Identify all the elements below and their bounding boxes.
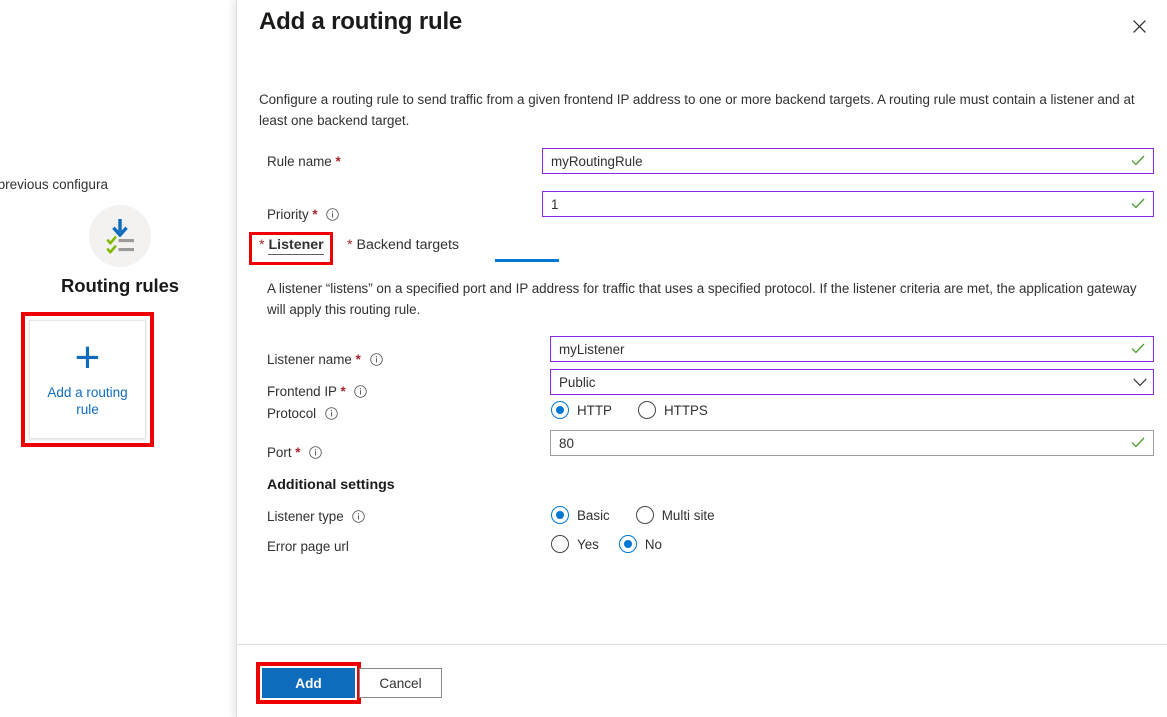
radio-dot xyxy=(551,401,569,419)
priority-label-text: Priority xyxy=(267,207,309,222)
check-icon xyxy=(1131,436,1147,450)
port-label-text: Port xyxy=(267,445,292,460)
routing-rules-title: Routing rules xyxy=(20,275,220,297)
error-page-url-radio-group: Yes No xyxy=(551,535,662,553)
rule-name-input[interactable]: myRoutingRule xyxy=(542,148,1154,174)
frontend-ip-select[interactable]: Public xyxy=(550,369,1154,395)
chevron-down-icon xyxy=(1133,375,1147,390)
tab-listener-label: Listener xyxy=(268,237,323,255)
listener-type-option-multi-site[interactable]: Multi site xyxy=(636,506,715,524)
error-page-url-option-no-label: No xyxy=(645,537,662,552)
add-routing-rule-label: Add a routing rule xyxy=(38,384,138,418)
protocol-label: Protocol xyxy=(267,406,338,423)
info-icon[interactable] xyxy=(309,446,322,462)
rule-name-label: Rule name * xyxy=(267,154,341,169)
background-page: n't already, or edit previous configura … xyxy=(0,0,236,717)
priority-value: 1 xyxy=(551,197,1131,212)
listener-type-label-text: Listener type xyxy=(267,509,344,524)
error-page-url-option-no[interactable]: No xyxy=(619,535,662,553)
radio-dot xyxy=(636,506,654,524)
protocol-option-https[interactable]: HTTPS xyxy=(638,401,708,419)
add-routing-rule-tile[interactable]: + Add a routing rule xyxy=(29,320,146,439)
blade-description: Configure a routing rule to send traffic… xyxy=(259,89,1150,131)
check-icon xyxy=(1131,342,1147,356)
listener-type-option-basic[interactable]: Basic xyxy=(551,506,610,524)
listener-name-required: * xyxy=(356,352,361,367)
frontend-ip-value: Public xyxy=(559,375,1133,390)
listener-type-option-basic-label: Basic xyxy=(577,508,610,523)
port-required: * xyxy=(295,445,300,460)
port-input[interactable]: 80 xyxy=(550,430,1154,456)
additional-settings-heading: Additional settings xyxy=(267,477,395,493)
routing-rules-group: Routing rules xyxy=(20,205,220,297)
protocol-option-http[interactable]: HTTP xyxy=(551,401,612,419)
error-page-url-label: Error page url xyxy=(267,539,349,554)
routing-rules-icon xyxy=(89,205,151,267)
listener-name-label-text: Listener name xyxy=(267,352,352,367)
error-page-url-option-yes-label: Yes xyxy=(577,537,599,552)
tab-listener-required: * xyxy=(259,237,265,253)
tab-listener[interactable]: * Listener xyxy=(259,237,324,253)
info-icon[interactable] xyxy=(352,510,365,526)
add-routing-rule-highlight: + Add a routing rule xyxy=(21,312,154,447)
listener-type-option-multi-site-label: Multi site xyxy=(662,508,715,523)
tab-backend-targets-label: Backend targets xyxy=(356,237,459,253)
priority-input[interactable]: 1 xyxy=(542,191,1154,217)
rule-name-required: * xyxy=(336,154,341,169)
rule-name-label-text: Rule name xyxy=(267,154,332,169)
radio-dot xyxy=(638,401,656,419)
check-icon xyxy=(1131,154,1147,168)
footer-divider xyxy=(237,644,1167,645)
info-icon[interactable] xyxy=(326,208,339,224)
add-routing-rule-blade: Add a routing rule Configure a routing r… xyxy=(236,0,1167,717)
listener-type-radio-group: Basic Multi site xyxy=(551,506,715,524)
frontend-ip-required: * xyxy=(340,384,345,399)
priority-required: * xyxy=(312,207,317,222)
radio-dot xyxy=(619,535,637,553)
radio-dot xyxy=(551,506,569,524)
info-icon[interactable] xyxy=(325,407,338,423)
port-label: Port * xyxy=(267,445,322,462)
error-page-url-option-yes[interactable]: Yes xyxy=(551,535,599,553)
protocol-label-text: Protocol xyxy=(267,406,316,421)
protocol-option-http-label: HTTP xyxy=(577,403,612,418)
listener-name-value: myListener xyxy=(559,342,1131,357)
error-page-url-label-text: Error page url xyxy=(267,539,349,554)
cancel-button[interactable]: Cancel xyxy=(359,668,442,698)
info-icon[interactable] xyxy=(354,385,367,401)
frontend-ip-label: Frontend IP * xyxy=(267,384,367,401)
protocol-radio-group: HTTP HTTPS xyxy=(551,401,708,419)
check-icon xyxy=(1131,197,1147,211)
protocol-option-https-label: HTTPS xyxy=(664,403,708,418)
screen-root: n't already, or edit previous configura … xyxy=(0,0,1167,717)
listener-description: A listener “listens” on a specified port… xyxy=(267,278,1151,320)
info-icon[interactable] xyxy=(370,353,383,369)
listener-name-label: Listener name * xyxy=(267,352,383,369)
tab-backend-targets[interactable]: * Backend targets xyxy=(347,237,459,253)
tab-listener-underline xyxy=(495,259,559,262)
listener-type-label: Listener type xyxy=(267,509,365,526)
frontend-ip-label-text: Frontend IP xyxy=(267,384,337,399)
radio-dot xyxy=(551,535,569,553)
tab-backend-targets-required: * xyxy=(347,237,353,253)
listener-name-input[interactable]: myListener xyxy=(550,336,1154,362)
port-value: 80 xyxy=(559,436,1131,451)
close-icon[interactable] xyxy=(1124,11,1154,41)
rule-name-value: myRoutingRule xyxy=(551,154,1131,169)
background-truncated-text: n't already, or edit previous configura xyxy=(0,176,236,194)
add-button[interactable]: Add xyxy=(262,668,355,698)
plus-icon: + xyxy=(75,338,101,378)
page-title: Add a routing rule xyxy=(259,8,462,36)
priority-label: Priority * xyxy=(267,207,339,224)
